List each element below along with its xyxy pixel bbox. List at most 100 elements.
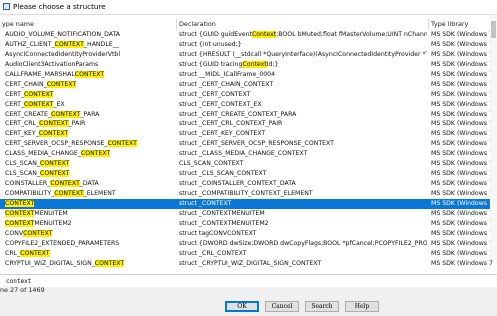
cell-type-library: MS SDK (Windows 7) xyxy=(431,130,493,138)
cell-type-name: COINSTALLER_CONTEXT_DATA xyxy=(5,180,99,188)
table-row[interactable]: CALLFRAME_MARSHALCONTEXT struct __MIDL_IC… xyxy=(0,70,493,80)
table-row[interactable]: CERT_CONTEXT_EX struct _CERT_CONTEXT_EX MS… xyxy=(0,100,493,110)
table-row[interactable]: CLASS_MEDIA_CHANGE_CONTEXT struct _CLASS_… xyxy=(0,149,493,159)
cell-type-library: MS SDK (Windows 7) xyxy=(431,259,493,267)
search-match-highlight: CONTEXT xyxy=(40,170,70,178)
cell-type-library: MS SDK (Windows 7) xyxy=(431,120,493,128)
cell-declaration: struct _CERT_CONTEXT xyxy=(179,90,251,98)
search-match-highlight: CONTEXT xyxy=(74,70,105,78)
structure-list[interactable]: ype name Declaration Type library AUDIO_… xyxy=(0,15,497,275)
search-match-highlight: CONTEXT xyxy=(46,80,77,88)
search-match-highlight: CONTEXT xyxy=(20,249,50,257)
column-header-name[interactable]: ype name xyxy=(2,20,34,28)
column-header: ype name Declaration Type library xyxy=(0,19,497,29)
cell-declaration: struct {DWORD dwSize;DWORD dwCopyFlags;B… xyxy=(179,239,427,247)
help-button[interactable]: Help xyxy=(345,301,379,312)
column-header-declaration[interactable]: Declaration xyxy=(179,20,216,28)
table-row[interactable]: CONTEXTMENUITEM struct _CONTEXTMENUITEM MS… xyxy=(0,209,493,219)
table-row[interactable]: COPYFILE2_EXTENDED_PARAMETERS struct {DWO… xyxy=(0,239,493,249)
cell-declaration: struct _COINSTALLER_CONTEXT_DATA xyxy=(179,180,296,188)
table-row[interactable]: CERT_KEY_CONTEXT struct _CERT_KEY_CONTEXT… xyxy=(0,129,493,139)
cancel-button[interactable]: Cancel xyxy=(265,301,299,312)
cell-declaration: struct {HRESULT (__stdcall *QueryInterfa… xyxy=(179,50,427,58)
cell-declaration: struct _CONTEXTMENUITEM xyxy=(179,209,265,217)
title-bar: Please choose a structure xyxy=(0,0,497,15)
cell-type-name: CERT_SERVER_OCSP_RESPONSE_CONTEXT xyxy=(5,140,137,148)
search-match-highlight: CONTEXT xyxy=(40,160,70,168)
search-match-highlight: CONTEXT xyxy=(54,40,84,48)
button-bar: OK Cancel Search Help xyxy=(0,301,497,313)
table-row[interactable]: AUDIO_VOLUME_NOTIFICATION_DATA struct {GU… xyxy=(0,30,493,40)
cell-type-library: MS SDK (Windows 7) xyxy=(431,199,493,207)
search-match-highlight: CONTEXT xyxy=(54,190,84,197)
ok-button[interactable]: OK xyxy=(225,301,259,312)
table-row[interactable]: CERT_CREATE_CONTEXT_PARA struct _CERT_CRE… xyxy=(0,110,493,120)
cell-declaration: struct _CERT_CREATE_CONTEXT_PARA xyxy=(179,110,297,118)
table-row-selected[interactable]: CONTEXT struct _CONTEXT MS SDK (Windows 7) xyxy=(0,198,493,209)
cell-type-name: CONVCONTEXT xyxy=(5,229,53,237)
table-row[interactable]: AudioClient3ActivationParams struct {GUID… xyxy=(0,60,493,70)
cell-type-name: CRL_CONTEXT xyxy=(5,249,50,257)
search-match-highlight: CONTEXT xyxy=(39,120,69,128)
cell-type-library: MS SDK (Windows 7) xyxy=(431,239,493,247)
cell-declaration: struct _CONTEXTMENUITEM2 xyxy=(179,219,269,227)
cell-type-library: MS SDK (Windows 7) xyxy=(431,180,493,188)
table-row[interactable]: CERT_CONTEXT struct _CERT_CONTEXT MS SDK (… xyxy=(0,90,493,100)
cell-declaration: struct __MIDL_ICallFrame_0004 xyxy=(179,70,276,78)
table-row[interactable]: CERT_CRL_CONTEXT_PAIR struct _CERT_CRL_CO… xyxy=(0,119,493,129)
cell-type-library: MS SDK (Windows 7) xyxy=(431,160,493,168)
table-row[interactable]: CERT_CHAIN_CONTEXT struct _CERT_CHAIN_CON… xyxy=(0,80,493,90)
cell-type-name: CERT_CHAIN_CONTEXT xyxy=(5,80,77,88)
cell-type-name: CONTEXTMENUITEM2 xyxy=(5,219,72,227)
table-row[interactable]: CRL_CONTEXT struct _CRL_CONTEXT MS SDK (Wi… xyxy=(0,249,493,259)
search-match-highlight: CONTEXT xyxy=(80,150,111,158)
column-separator[interactable] xyxy=(176,19,177,29)
table-row[interactable]: AUTHZ_CLIENT_CONTEXT_HANDLE__ struct {int… xyxy=(0,40,493,50)
search-match-highlight: CONTEXT xyxy=(5,199,35,207)
cell-declaration: struct _CLS_SCAN_CONTEXT xyxy=(179,170,267,178)
cell-type-library: MS SDK (Windows 7) xyxy=(431,40,493,48)
cell-type-library: MS SDK (Windows 7) xyxy=(431,70,493,78)
table-row[interactable]: COMPATIBILITY_CONTEXT_ELEMENT struct _COM… xyxy=(0,189,493,199)
table-row[interactable]: CONTEXTMENUITEM2 struct _CONTEXTMENUITEM2… xyxy=(0,219,493,229)
vertical-scrollbar[interactable] xyxy=(490,15,497,260)
table-row[interactable]: COINSTALLER_CONTEXT_DATA struct _COINSTAL… xyxy=(0,179,493,189)
cell-declaration: struct {int unused;} xyxy=(179,40,242,48)
cell-declaration: struct tagCONVCONTEXT xyxy=(179,229,257,237)
cell-type-name: AUTHZ_CLIENT_CONTEXT_HANDLE__ xyxy=(5,40,119,48)
cell-type-name: CERT_CONTEXT_EX xyxy=(5,100,65,108)
cell-type-name: CONTEXT xyxy=(5,199,177,209)
status-line: ne 27 of 1469 xyxy=(0,286,45,294)
cell-type-name: CERT_CONTEXT xyxy=(5,90,54,98)
cell-type-name: AsyncIConnectedIdentityProviderVtbl xyxy=(5,50,121,58)
column-separator[interactable] xyxy=(428,19,429,29)
table-row[interactable]: AsyncIConnectedIdentityProviderVtbl struc… xyxy=(0,50,493,60)
search-button[interactable]: Search xyxy=(305,301,339,312)
column-header-library[interactable]: Type library xyxy=(431,20,468,28)
filter-input[interactable] xyxy=(3,276,496,286)
table-row[interactable]: CLS_SCAN_CONTEXT CLS_SCAN_CONTEXT MS SDK (… xyxy=(0,159,493,169)
cell-type-library: MS SDK (Windows 7) xyxy=(431,110,493,118)
cell-declaration: struct _CRYPTUI_WIZ_DIGITAL_SIGN_CONTEXT xyxy=(179,259,322,267)
cell-type-name: CRYPTUI_WIZ_DIGITAL_SIGN_CONTEXT xyxy=(5,259,125,267)
table-row[interactable]: CONVCONTEXT struct tagCONVCONTEXT MS SDK (… xyxy=(0,229,493,239)
table-row[interactable]: CLS_SCAN_CONTEXT struct _CLS_SCAN_CONTEXT… xyxy=(0,169,493,179)
search-match-highlight: Context xyxy=(242,60,267,68)
cell-declaration: struct _CERT_CRL_CONTEXT_PAIR xyxy=(179,120,283,128)
search-match-highlight: Context xyxy=(251,31,277,38)
cell-type-library: MS SDK (Windows 7) xyxy=(431,150,493,158)
cell-declaration: struct _CERT_KEY_CONTEXT xyxy=(179,130,266,138)
cell-declaration: struct _CERT_SERVER_OCSP_RESPONSE_CONTEX… xyxy=(179,140,334,148)
cell-type-library: MS SDK (Windows 7) xyxy=(431,190,493,197)
cell-type-library: MS SDK (Windows 7) xyxy=(431,31,493,38)
cell-declaration: struct _CERT_CHAIN_CONTEXT xyxy=(179,80,274,88)
search-match-highlight: CONTEXT xyxy=(23,229,53,237)
cell-declaration: struct _CRL_CONTEXT xyxy=(179,249,247,257)
cell-type-library: MS SDK (Windows 7) xyxy=(431,170,493,178)
scrollbar-thumb[interactable] xyxy=(491,21,496,38)
table-row[interactable]: CERT_SERVER_OCSP_RESPONSE_CONTEXT struct … xyxy=(0,139,493,149)
cell-type-library: MS SDK (Windows 7) xyxy=(431,249,493,257)
cell-declaration: struct _COMPATIBILITY_CONTEXT_ELEMENT xyxy=(179,190,313,197)
table-row[interactable]: CRYPTUI_WIZ_DIGITAL_SIGN_CONTEXT struct _… xyxy=(0,259,493,269)
cell-type-library: MS SDK (Windows 7) xyxy=(431,100,493,108)
